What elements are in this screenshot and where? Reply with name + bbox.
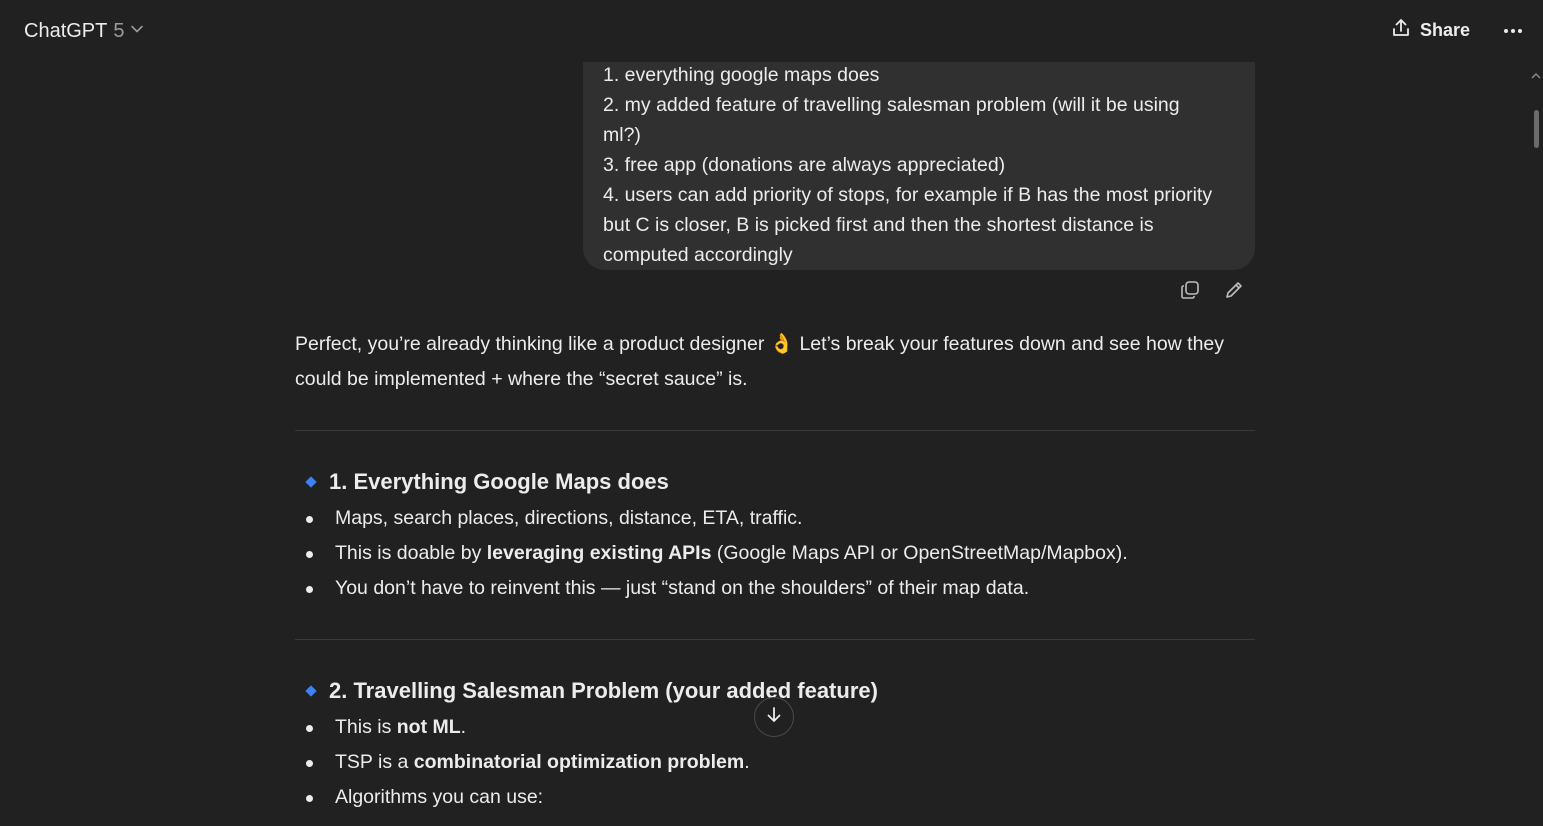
user-message-line: 4. users can add priority of stops, for … bbox=[603, 184, 1213, 206]
share-icon bbox=[1390, 17, 1412, 44]
top-bar: ChatGPT 5 Share bbox=[0, 0, 1543, 62]
user-message-line: 2. my added feature of travelling salesm… bbox=[603, 94, 1180, 116]
bullet-list: Maps, search places, directions, distanc… bbox=[295, 501, 1255, 606]
list-item: TSP is a combinatorial optimization prob… bbox=[295, 745, 1255, 780]
bullet-dot bbox=[306, 725, 313, 732]
list-item: You don’t have to reinvent this — just “… bbox=[295, 571, 1255, 606]
chevron-down-icon bbox=[130, 22, 144, 41]
list-item: This is doable by leveraging existing AP… bbox=[295, 536, 1255, 571]
bold-text: leveraging existing APIs bbox=[486, 542, 712, 564]
user-message-line: 3. free app (donations are always apprec… bbox=[603, 154, 1006, 176]
assistant-intro: Perfect, you’re already thinking like a … bbox=[295, 327, 1255, 397]
list-item-text: TSP is a bbox=[335, 751, 414, 773]
list-item-text: This is doable by bbox=[335, 542, 487, 564]
intro-text-line-2: could be implemented + where the “secret… bbox=[295, 368, 748, 390]
user-message-line: computed accordingly bbox=[603, 244, 793, 266]
bold-text: combinatorial optimization problem bbox=[413, 751, 745, 773]
list-item: Algorithms you can use: bbox=[295, 780, 1255, 815]
bullet-dot bbox=[306, 551, 313, 558]
edit-message-button[interactable] bbox=[1222, 280, 1246, 304]
more-options-button[interactable] bbox=[1495, 12, 1531, 48]
more-icon bbox=[1503, 21, 1523, 39]
intro-text-line-1: Perfect, you’re already thinking like a … bbox=[295, 333, 1225, 355]
bold-text: not ML bbox=[396, 716, 461, 738]
list-item-text: . bbox=[460, 716, 467, 738]
model-name: ChatGPT bbox=[24, 19, 108, 42]
share-button[interactable]: Share bbox=[1380, 12, 1480, 48]
list-item-text: Maps, search places, directions, distanc… bbox=[335, 507, 803, 529]
list-item-text: (Google Maps API or OpenStreetMap/Mapbox… bbox=[711, 542, 1128, 564]
bullet-dot bbox=[306, 795, 313, 802]
bullet-dot bbox=[306, 516, 313, 523]
divider bbox=[295, 639, 1255, 640]
section-heading: 1. Everything Google Maps does bbox=[295, 469, 1255, 495]
user-message-line: 1. everything google maps does bbox=[603, 64, 880, 86]
section-heading-text: 1. Everything Google Maps does bbox=[329, 469, 669, 494]
assistant-message: Perfect, you’re already thinking like a … bbox=[295, 327, 1255, 815]
edit-icon bbox=[1223, 279, 1245, 306]
list-item-text: You don’t have to reinvent this — just “… bbox=[335, 577, 1030, 599]
list-item-text: This is bbox=[335, 716, 397, 738]
share-label: Share bbox=[1420, 19, 1471, 40]
bullet-dot bbox=[306, 760, 313, 767]
user-message-actions bbox=[1178, 280, 1246, 304]
list-item: Maps, search places, directions, distanc… bbox=[295, 501, 1255, 536]
scrollbar-up-arrow[interactable] bbox=[1531, 68, 1541, 79]
model-version: 5 bbox=[113, 19, 125, 42]
diamond-icon bbox=[305, 476, 317, 488]
diamond-icon bbox=[305, 685, 317, 697]
copy-icon bbox=[1179, 279, 1201, 306]
list-item-text: Algorithms you can use: bbox=[335, 786, 544, 808]
scrollbar-thumb[interactable] bbox=[1534, 110, 1539, 148]
user-message-line: ml?) bbox=[603, 124, 641, 146]
user-message-line: but C is closer, B is picked first and t… bbox=[603, 214, 1154, 236]
list-item-text: . bbox=[744, 751, 750, 773]
user-message-bubble: 1. everything google maps does 2. my add… bbox=[583, 62, 1255, 270]
bullet-dot bbox=[306, 586, 313, 593]
section-heading-text: 2. Travelling Salesman Problem (your add… bbox=[329, 678, 878, 703]
scroll-to-bottom-button[interactable] bbox=[754, 697, 794, 737]
divider bbox=[295, 430, 1255, 431]
copy-button[interactable] bbox=[1178, 280, 1202, 304]
arrow-down-icon bbox=[764, 705, 784, 730]
model-switcher[interactable]: ChatGPT 5 bbox=[14, 14, 154, 48]
